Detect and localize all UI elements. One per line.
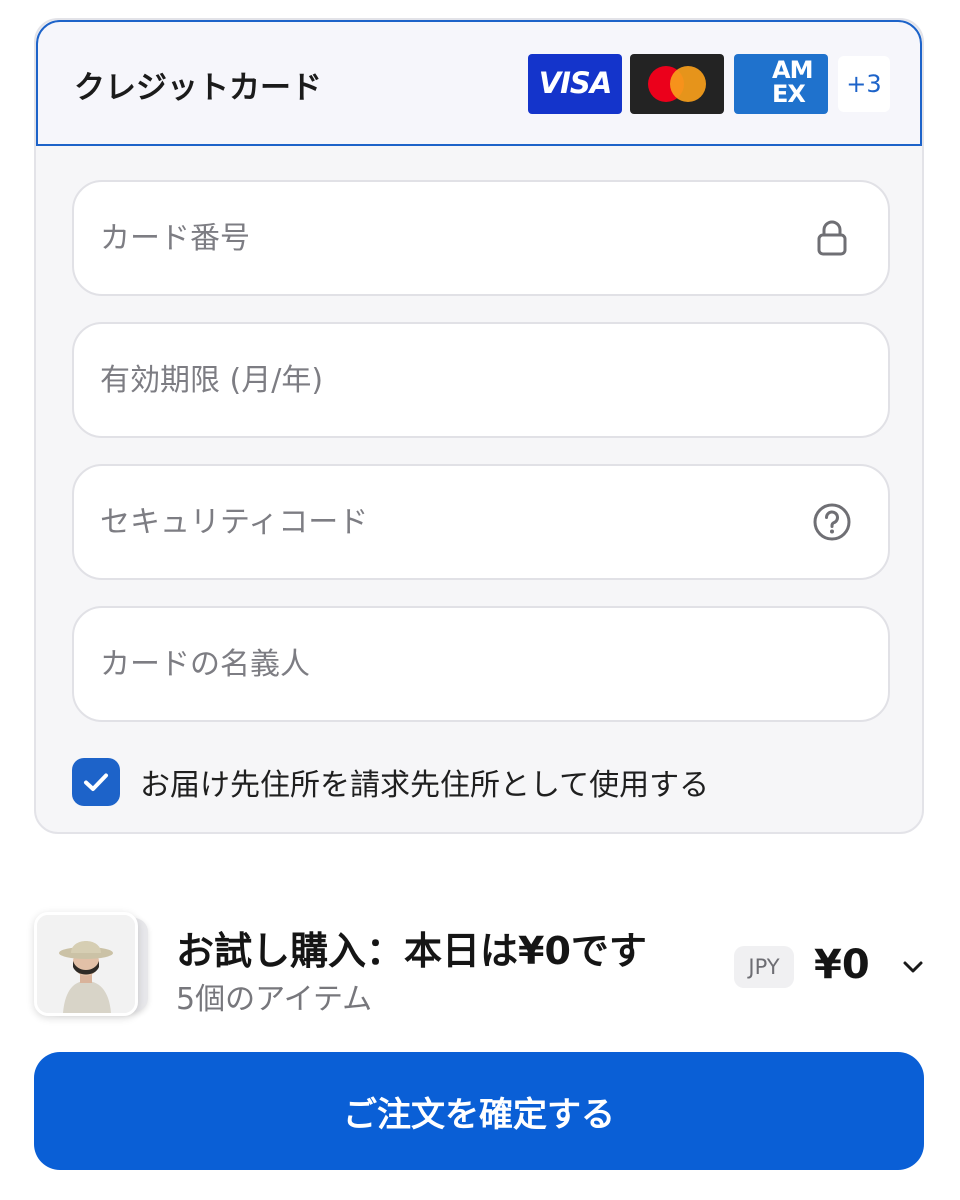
currency-badge: JPY [734, 946, 794, 988]
cardholder-field[interactable] [72, 606, 890, 722]
credit-card-header[interactable]: クレジットカード VISA AM EX +3 [36, 20, 922, 146]
credit-card-panel: クレジットカード VISA AM EX +3 カード番号 有効期限 (月/年) … [34, 18, 924, 834]
amex-logo-text: AM EX [772, 56, 813, 108]
confirm-order-button[interactable]: ご注文を確定する [34, 1052, 924, 1170]
product-photo [37, 915, 135, 1013]
billing-address-label[interactable]: お届け先住所を請求先住所として使用する [140, 760, 709, 804]
item-count: 5個のアイテム [176, 982, 373, 1017]
total-price: ¥0 [814, 942, 870, 988]
expiry-input[interactable] [100, 358, 780, 402]
chevron-down-icon[interactable] [902, 958, 924, 976]
amex-logo-line1: AM [772, 56, 813, 84]
visa-logo: VISA [528, 54, 622, 114]
security-code-input[interactable] [100, 500, 780, 544]
summary-title: お試し購入：本日は¥0です [176, 929, 647, 973]
amex-logo: AM EX [734, 54, 828, 114]
checkmark-icon [84, 773, 108, 791]
card-number-input[interactable] [100, 216, 780, 260]
mastercard-yellow-circle [670, 66, 706, 102]
credit-card-title: クレジットカード [74, 70, 322, 106]
cardholder-input[interactable] [100, 642, 780, 686]
mastercard-logo [630, 54, 724, 114]
card-number-field[interactable] [72, 180, 890, 296]
visa-logo-text: VISA [538, 66, 613, 100]
product-thumbnail [34, 912, 138, 1016]
help-circle-icon[interactable] [812, 502, 852, 542]
product-thumbnail-stack [34, 912, 154, 1020]
billing-address-checkbox[interactable] [72, 758, 120, 806]
security-code-field[interactable] [72, 464, 890, 580]
order-summary[interactable]: お試し購入：本日は¥0です 5個のアイテム JPY ¥0 [34, 912, 924, 1020]
amex-logo-line2: EX [772, 80, 806, 108]
expiry-field[interactable] [72, 322, 890, 438]
lock-icon [817, 220, 847, 256]
more-brands-badge: +3 [838, 56, 890, 112]
